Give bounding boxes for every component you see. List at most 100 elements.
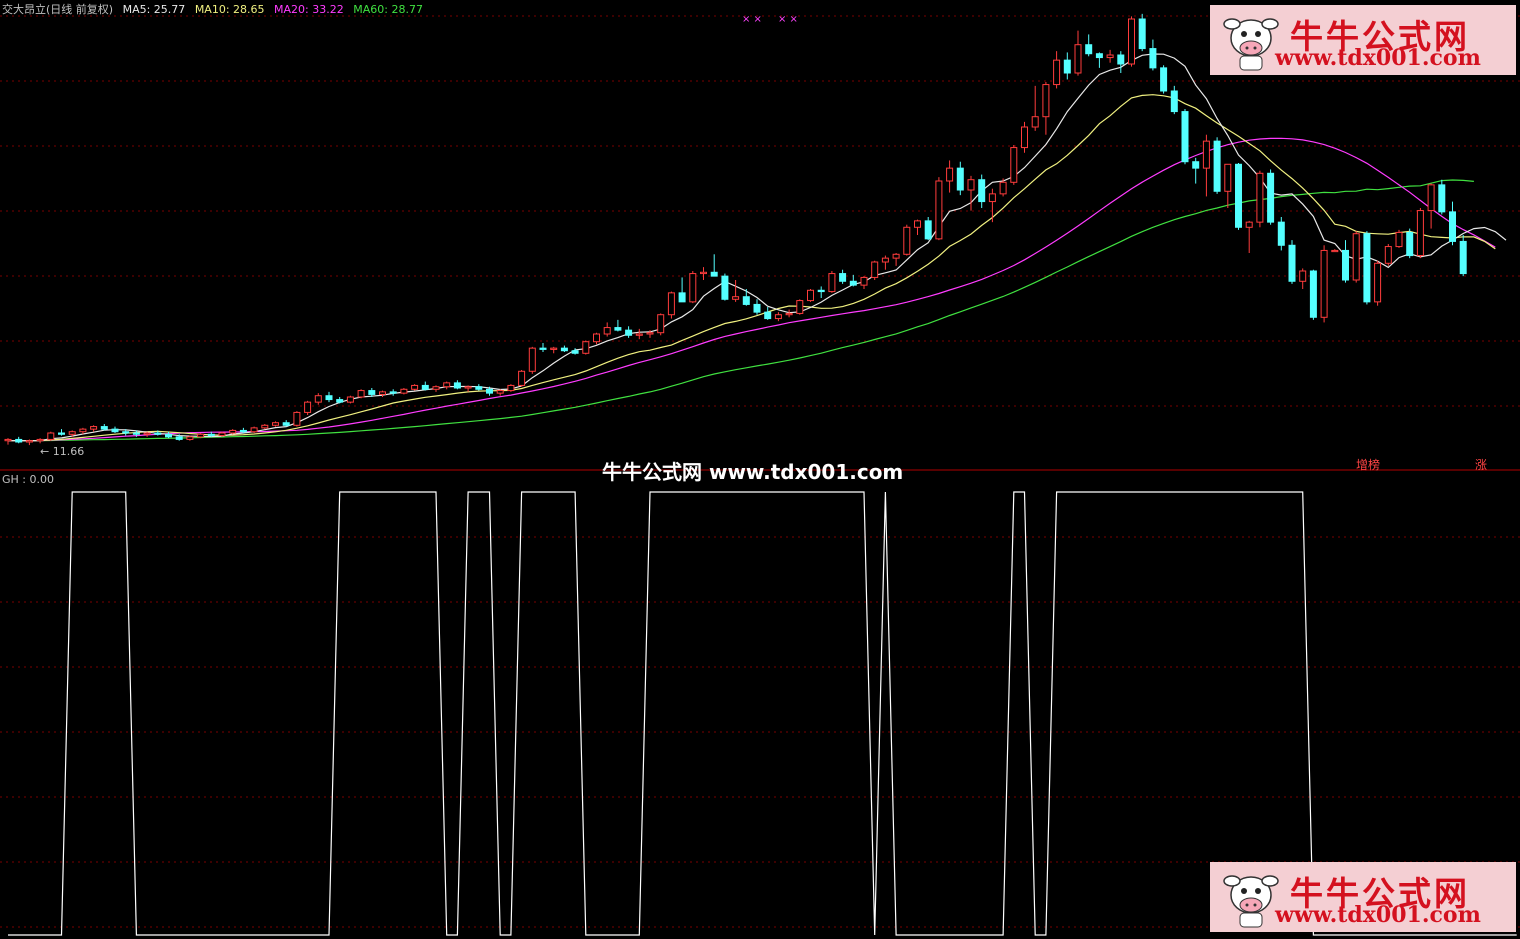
candle (518, 370, 526, 387)
candle (1213, 137, 1221, 194)
candle-body-up (272, 422, 279, 426)
candle-body-down (1117, 54, 1125, 65)
candle (1160, 65, 1168, 94)
candle (346, 395, 354, 404)
candle-body-up (218, 432, 226, 437)
candle-body-up (261, 424, 269, 429)
signal-tag: 增榜 (1356, 458, 1381, 472)
candle-body-up (1053, 59, 1061, 86)
candle-body-up (1256, 172, 1264, 223)
candle-body-up (1427, 184, 1435, 212)
candle-body-up (646, 332, 654, 335)
candle-body-up (914, 220, 921, 228)
candle-body-up (400, 388, 408, 394)
candle-body-up (903, 226, 911, 255)
candle-body-down (978, 179, 986, 203)
candle (1384, 244, 1392, 266)
candle-body-down (421, 384, 429, 390)
gh-legend: GH : 0.00 (2, 473, 54, 486)
candle (411, 384, 419, 391)
candle (1459, 235, 1467, 277)
candle-body-down (1277, 221, 1285, 246)
candle-body-down (58, 432, 65, 435)
candle-body-up (197, 433, 205, 438)
candle-body-down (1213, 140, 1221, 192)
candle-body-up (496, 390, 504, 394)
candle-body-up (1224, 163, 1232, 192)
low-price-label: ← 11.66 (40, 445, 85, 458)
candle (1395, 229, 1403, 248)
candle-body-down (389, 391, 397, 394)
candle-body-up (4, 438, 12, 442)
candle (1288, 240, 1296, 284)
candle-body-down (486, 388, 493, 394)
candle-body-up (785, 312, 793, 316)
candle-body-up (1074, 44, 1082, 74)
candle-body-up (411, 384, 419, 390)
candle-body-up (432, 386, 440, 390)
candle-body-up (892, 253, 900, 259)
candle-body-down (742, 296, 750, 305)
candle-body-up (186, 436, 194, 440)
candle-body-up (635, 333, 643, 336)
candle-body-down (753, 303, 761, 313)
candle-body-up (304, 401, 312, 413)
candle-body-up (988, 193, 996, 203)
candle (250, 426, 258, 433)
candle-body-down (325, 395, 333, 401)
signal-tag: 涨 (1475, 458, 1488, 472)
candle-body-up (90, 426, 98, 430)
candle (721, 273, 729, 301)
candle (1406, 228, 1414, 259)
candle-body-down (207, 433, 215, 437)
candle (1181, 109, 1189, 165)
candle (667, 291, 675, 319)
candle (1277, 217, 1285, 251)
candle-body-up (229, 429, 237, 434)
site-url[interactable]: www.tdx001.com (1275, 45, 1481, 71)
candle-body-down (453, 382, 461, 389)
candle-body-up (379, 391, 386, 395)
candle-body-down (100, 426, 108, 430)
candle-body-down (122, 431, 130, 434)
candle (657, 313, 665, 336)
candle-body-down (239, 429, 247, 433)
candle-body-up (828, 273, 836, 293)
candle-body-up (1010, 147, 1018, 183)
candle-body-down (1406, 231, 1414, 257)
candle-body-up (550, 347, 558, 350)
site-watermark: 牛牛公式网 www.tdx001.com (602, 460, 904, 484)
site-url[interactable]: www.tdx001.com (1275, 902, 1481, 928)
candle (507, 384, 515, 392)
site-badge-top[interactable]: 牛牛公式网 www.tdx001.com (1210, 5, 1516, 75)
candle (1416, 208, 1424, 259)
candle-body-down (1095, 53, 1103, 59)
candle-body-up (528, 347, 536, 372)
candle-body-up (1031, 116, 1039, 128)
candle (1267, 169, 1275, 225)
candle-body-down (721, 275, 729, 300)
candle-body-down (1438, 184, 1446, 213)
candle-body-down (132, 432, 140, 435)
candle (400, 388, 408, 395)
ma60-legend: MA60: 28.77 (353, 3, 423, 16)
candle-body-down (1288, 244, 1296, 282)
candle-body-down (1267, 172, 1275, 223)
candle-body-up (1128, 18, 1135, 65)
candle-body-down (560, 347, 568, 352)
candle-body-up (507, 384, 515, 392)
candle (807, 289, 814, 302)
candle-body-down (1363, 233, 1371, 303)
candle-body-down (1160, 67, 1168, 92)
site-badge-bottom[interactable]: 牛牛公式网 www.tdx001.com (1210, 862, 1516, 932)
candle-body-up (1352, 233, 1360, 281)
candle-body-up (357, 390, 365, 398)
candle-body-down (336, 399, 344, 403)
candle-body-down (539, 347, 547, 350)
candle-body-up (689, 273, 697, 303)
candle-body-down (571, 350, 579, 354)
candle (1256, 170, 1264, 228)
candle-body-down (1181, 111, 1189, 163)
candle-body-up (250, 427, 258, 433)
ma10-legend: MA10: 28.65 (194, 3, 265, 16)
